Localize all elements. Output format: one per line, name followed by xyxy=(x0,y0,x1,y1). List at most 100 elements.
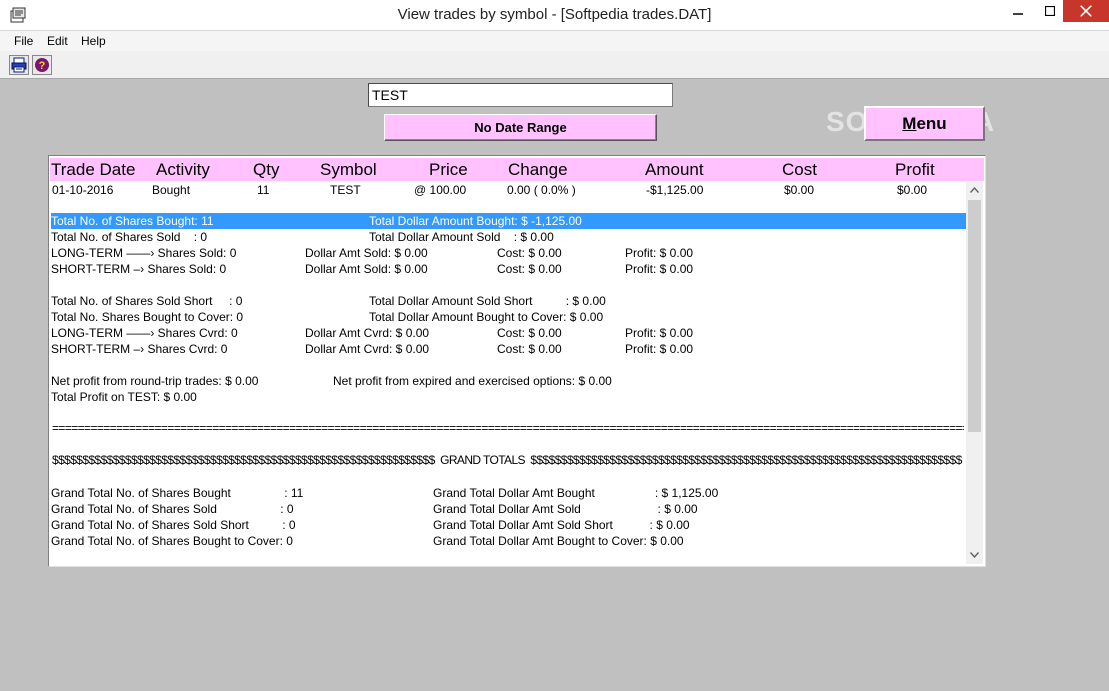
list-item[interactable]: Total Profit on TEST: $ 0.00 xyxy=(51,389,966,405)
lt-cvrd-cost: Cost: $ 0.00 xyxy=(497,326,562,340)
header-activity[interactable]: Activity xyxy=(156,160,210,180)
window-title: View trades by symbol - [Softpedia trade… xyxy=(397,6,712,23)
chevron-down-icon xyxy=(970,552,979,558)
header-amount[interactable]: Amount xyxy=(645,160,704,180)
trade-profit: $0.00 xyxy=(897,183,928,197)
header-price[interactable]: Price xyxy=(429,160,468,180)
symbol-input[interactable] xyxy=(368,83,673,107)
list-item[interactable]: Grand Total No. of Shares Bought to Cove… xyxy=(51,533,966,549)
list-item[interactable]: Net profit from round-trip trades: $ 0.0… xyxy=(51,373,966,389)
trade-row[interactable]: 01-10-2016 Bought 11 TEST @ 100.00 0.00 … xyxy=(49,182,969,198)
sold-short-label: Total No. of Shares Sold Short : 0 xyxy=(51,294,243,308)
total-sold-label: Total No. of Shares Sold : 0 xyxy=(51,230,208,244)
lt-cvrd-amt: Dollar Amt Cvrd: $ 0.00 xyxy=(305,326,430,340)
gt-dollar-sold-label: Grand Total Dollar Amt Sold : $ 0.00 xyxy=(433,502,698,516)
trade-amount: -$1,125.00 xyxy=(646,183,704,197)
list-item[interactable]: Grand Total No. of Shares Bought : 11 Gr… xyxy=(51,485,966,501)
list-item[interactable]: Total No. of Shares Sold : 0 Total Dolla… xyxy=(51,229,966,245)
trade-cost: $0.00 xyxy=(784,183,815,197)
bought-to-cover-label: Total No. Shares Bought to Cover: 0 xyxy=(51,310,244,324)
list-item-selected[interactable]: Total No. of Shares Bought: 11 Total Dol… xyxy=(51,213,966,229)
toolbar: ? xyxy=(0,51,1109,79)
list-item[interactable]: SHORT-TERM –› Shares Cvrd: 0 Dollar Amt … xyxy=(51,341,966,357)
gt-cover-label: Grand Total No. of Shares Bought to Cove… xyxy=(51,534,293,548)
gt-dollar-short-label: Grand Total Dollar Amt Sold Short : $ 0.… xyxy=(433,518,690,532)
lt-sold-label: LONG-TERM ——› Shares Sold: 0 xyxy=(51,246,237,260)
close-icon xyxy=(1080,5,1092,17)
help-icon: ? xyxy=(35,58,49,72)
minimize-button[interactable] xyxy=(1003,0,1033,22)
menu-file[interactable]: File xyxy=(14,34,33,48)
menu-bar: File Edit Help xyxy=(0,31,1109,51)
maximize-button[interactable] xyxy=(1035,0,1065,22)
total-dollar-bought-label: Total Dollar Amount Bought: $ -1,125.00 xyxy=(369,214,582,228)
maximize-icon xyxy=(1045,6,1055,16)
printer-icon xyxy=(11,57,27,73)
list-item[interactable]: Grand Total No. of Shares Sold Short : 0… xyxy=(51,517,966,533)
st-cvrd-profit: Profit: $ 0.00 xyxy=(625,342,694,356)
chevron-up-icon xyxy=(970,187,979,193)
dollar-bought-to-cover-label: Total Dollar Amount Bought to Cover: $ 0… xyxy=(369,310,604,324)
st-cvrd-cost: Cost: $ 0.00 xyxy=(497,342,562,356)
column-header-row: Trade Date Activity Qty Symbol Price Cha… xyxy=(50,158,984,181)
gt-dollar-cover-label: Grand Total Dollar Amt Bought to Cover: … xyxy=(433,534,684,548)
menu-button-mnemonic: M xyxy=(902,114,917,133)
menu-help[interactable]: Help xyxy=(81,34,106,48)
menu-button-label: enu xyxy=(916,114,947,133)
list-item[interactable]: Grand Total No. of Shares Sold : 0 Grand… xyxy=(51,501,966,517)
st-sold-profit: Profit: $ 0.00 xyxy=(625,262,694,276)
header-symbol[interactable]: Symbol xyxy=(320,160,377,180)
header-cost[interactable]: Cost xyxy=(782,160,817,180)
list-item[interactable]: Total No. Shares Bought to Cover: 0 Tota… xyxy=(51,309,966,325)
trades-panel[interactable]: Trade Date Activity Qty Symbol Price Cha… xyxy=(48,155,986,567)
menu-button[interactable]: Menu xyxy=(864,106,985,141)
grand-totals-banner: $$$$$$$$$$$$$$$$$$$$$$$$$$$$$$$$$$$$$$$$… xyxy=(52,453,962,467)
date-range-button[interactable]: No Date Range xyxy=(384,114,657,141)
scroll-down-button[interactable] xyxy=(966,547,983,564)
st-cvrd-amt: Dollar Amt Cvrd: $ 0.00 xyxy=(305,342,430,356)
minimize-icon xyxy=(1013,13,1023,15)
print-button[interactable] xyxy=(9,55,29,75)
vertical-scrollbar[interactable] xyxy=(966,182,983,564)
trade-qty: 11 xyxy=(257,183,270,197)
list-item[interactable]: LONG-TERM ——› Shares Cvrd: 0 Dollar Amt … xyxy=(51,325,966,341)
st-sold-cost: Cost: $ 0.00 xyxy=(497,262,562,276)
header-profit[interactable]: Profit xyxy=(895,160,935,180)
gt-short-label: Grand Total No. of Shares Sold Short : 0 xyxy=(51,518,296,532)
close-button[interactable] xyxy=(1063,0,1109,22)
title-bar: View trades by symbol - [Softpedia trade… xyxy=(0,0,1109,31)
gt-sold-label: Grand Total No. of Shares Sold : 0 xyxy=(51,502,294,516)
trade-date: 01-10-2016 xyxy=(52,183,114,197)
lt-sold-amt: Dollar Amt Sold: $ 0.00 xyxy=(305,246,428,260)
net-options-label: Net profit from expired and exercised op… xyxy=(333,374,612,388)
lt-sold-cost: Cost: $ 0.00 xyxy=(497,246,562,260)
header-change[interactable]: Change xyxy=(508,160,568,180)
total-dollar-sold-label: Total Dollar Amount Sold : $ 0.00 xyxy=(369,230,554,244)
total-profit-label: Total Profit on TEST: $ 0.00 xyxy=(51,390,197,404)
st-sold-amt: Dollar Amt Sold: $ 0.00 xyxy=(305,262,428,276)
dollar-sold-short-label: Total Dollar Amount Sold Short : $ 0.00 xyxy=(369,294,606,308)
st-sold-label: SHORT-TERM –› Shares Sold: 0 xyxy=(51,262,227,276)
svg-text:?: ? xyxy=(39,60,46,72)
trade-price: @ 100.00 xyxy=(414,183,467,197)
lt-sold-profit: Profit: $ 0.00 xyxy=(625,246,694,260)
gt-dollar-bought-label: Grand Total Dollar Amt Bought : $ 1,125.… xyxy=(433,486,719,500)
total-bought-label: Total No. of Shares Bought: 11 xyxy=(51,214,214,228)
menu-edit[interactable]: Edit xyxy=(47,34,68,48)
header-trade-date[interactable]: Trade Date xyxy=(51,160,135,180)
gt-bought-label: Grand Total No. of Shares Bought : 11 xyxy=(51,486,304,500)
trade-activity: Bought xyxy=(152,183,191,197)
list-item[interactable]: SHORT-TERM –› Shares Sold: 0 Dollar Amt … xyxy=(51,261,966,277)
scroll-thumb[interactable] xyxy=(968,200,981,432)
trade-change: 0.00 ( 0.0% ) xyxy=(507,183,576,197)
list-item[interactable]: LONG-TERM ——› Shares Sold: 0 Dollar Amt … xyxy=(51,245,966,261)
list-item[interactable]: Total No. of Shares Sold Short : 0 Total… xyxy=(51,293,966,309)
help-button[interactable]: ? xyxy=(32,55,52,75)
net-roundtrip-label: Net profit from round-trip trades: $ 0.0… xyxy=(51,374,259,388)
st-cvrd-label: SHORT-TERM –› Shares Cvrd: 0 xyxy=(51,342,228,356)
scroll-up-button[interactable] xyxy=(966,182,983,199)
lt-cvrd-label: LONG-TERM ——› Shares Cvrd: 0 xyxy=(51,326,238,340)
lt-cvrd-profit: Profit: $ 0.00 xyxy=(625,326,694,340)
header-qty[interactable]: Qty xyxy=(253,160,279,180)
separator-line: ========================================… xyxy=(52,421,964,435)
